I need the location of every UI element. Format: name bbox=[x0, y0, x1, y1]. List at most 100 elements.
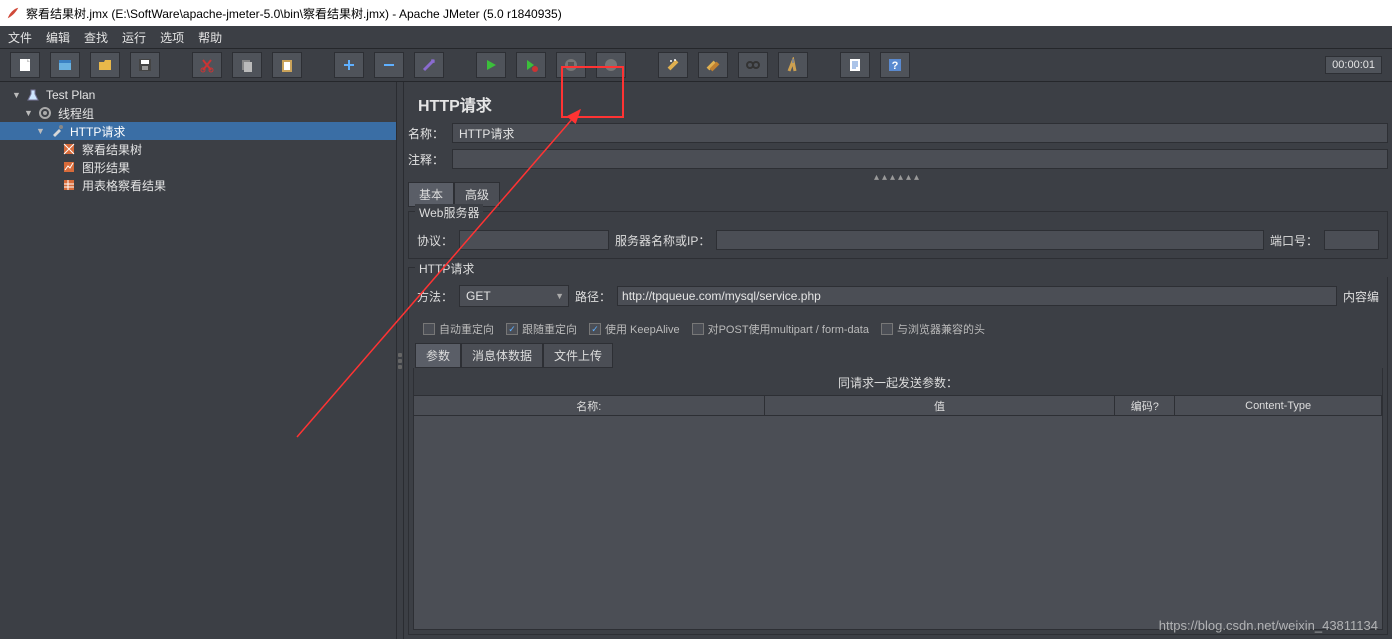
cb-auto-redirect[interactable]: 自动重定向 bbox=[423, 321, 494, 337]
path-label: 路径： bbox=[575, 288, 611, 305]
templates-button[interactable] bbox=[50, 52, 80, 78]
tree-thread-group[interactable]: ▼ 线程组 bbox=[0, 104, 396, 122]
method-label: 方法： bbox=[417, 288, 453, 305]
col-content-type[interactable]: Content-Type bbox=[1175, 396, 1382, 415]
cb-label: 使用 KeepAlive bbox=[605, 321, 680, 337]
tree-test-plan[interactable]: ▼ Test Plan bbox=[0, 86, 396, 104]
start-button[interactable] bbox=[476, 52, 506, 78]
port-input[interactable] bbox=[1324, 230, 1379, 250]
name-input[interactable] bbox=[452, 123, 1388, 143]
clear-all-button[interactable] bbox=[698, 52, 728, 78]
col-value[interactable]: 值 bbox=[765, 396, 1116, 415]
table-icon bbox=[62, 178, 78, 192]
web-server-fieldset: Web服务器 协议： 服务器名称或IP： 端口号： bbox=[408, 211, 1388, 259]
checkbox-icon bbox=[423, 323, 435, 335]
params-title: 同请求一起发送参数： bbox=[413, 368, 1383, 396]
new-button[interactable] bbox=[10, 52, 40, 78]
tree-label: 线程组 bbox=[58, 105, 94, 122]
path-input[interactable] bbox=[617, 286, 1337, 306]
toggle-button[interactable] bbox=[414, 52, 444, 78]
tree-label: Test Plan bbox=[46, 88, 95, 102]
panel-title: HTTP请求 bbox=[404, 88, 1392, 120]
tree-label: 察看结果树 bbox=[82, 141, 142, 158]
http-request-legend: HTTP请求 bbox=[415, 260, 1392, 277]
cut-button[interactable] bbox=[192, 52, 222, 78]
help-button[interactable]: ? bbox=[880, 52, 910, 78]
checkbox-icon: ✓ bbox=[589, 323, 601, 335]
tree-label: HTTP请求 bbox=[70, 123, 125, 140]
comment-label: 注释： bbox=[408, 151, 446, 168]
shutdown-button[interactable] bbox=[596, 52, 626, 78]
cb-label: 与浏览器兼容的头 bbox=[897, 321, 985, 337]
tree-table-results[interactable]: 用表格察看结果 bbox=[0, 176, 396, 194]
clear-button[interactable] bbox=[658, 52, 688, 78]
gear-icon bbox=[38, 106, 54, 120]
tree-pane: ▼ Test Plan ▼ 线程组 ▼ HTTP请求 察看结果树 图形结果 用表… bbox=[0, 82, 396, 639]
open-button[interactable] bbox=[90, 52, 120, 78]
copy-button[interactable] bbox=[232, 52, 262, 78]
menu-edit[interactable]: 编辑 bbox=[46, 29, 70, 46]
tab-body[interactable]: 消息体数据 bbox=[461, 343, 543, 368]
tab-files[interactable]: 文件上传 bbox=[543, 343, 613, 368]
cb-multipart[interactable]: 对POST使用multipart / form-data bbox=[692, 321, 869, 337]
remove-button[interactable] bbox=[374, 52, 404, 78]
cb-follow-redirect[interactable]: ✓跟随重定向 bbox=[506, 321, 577, 337]
tree-label: 用表格察看结果 bbox=[82, 177, 166, 194]
timer: 00:00:01 bbox=[1325, 56, 1382, 74]
save-button[interactable] bbox=[130, 52, 160, 78]
params-table-body[interactable] bbox=[413, 416, 1383, 630]
params-table-header: 名称: 值 编码? Content-Type bbox=[413, 396, 1383, 416]
content-label: 内容编 bbox=[1343, 288, 1379, 305]
reset-search-button[interactable] bbox=[778, 52, 808, 78]
port-label: 端口号： bbox=[1270, 232, 1318, 249]
main-pane: HTTP请求 名称： 注释： ▴▴▴▴▴▴ 基本 高级 Web服务器 协议： 服… bbox=[404, 82, 1392, 639]
tree-label: 图形结果 bbox=[82, 159, 130, 176]
menu-search[interactable]: 查找 bbox=[84, 29, 108, 46]
paste-button[interactable] bbox=[272, 52, 302, 78]
tree-graph-results[interactable]: 图形结果 bbox=[0, 158, 396, 176]
comment-input[interactable] bbox=[452, 149, 1388, 169]
splitter[interactable] bbox=[396, 82, 404, 639]
server-input[interactable] bbox=[716, 230, 1264, 250]
tree-view-results-tree[interactable]: 察看结果树 bbox=[0, 140, 396, 158]
svg-text:?: ? bbox=[892, 60, 899, 72]
tree-http-request[interactable]: ▼ HTTP请求 bbox=[0, 122, 396, 140]
web-server-legend: Web服务器 bbox=[415, 204, 483, 221]
method-select[interactable]: GET bbox=[459, 285, 569, 307]
stop-button[interactable] bbox=[556, 52, 586, 78]
start-no-timers-button[interactable] bbox=[516, 52, 546, 78]
protocol-input[interactable] bbox=[459, 230, 609, 250]
cb-keepalive[interactable]: ✓ 使用 KeepAlive bbox=[589, 321, 680, 337]
checkbox-icon bbox=[692, 323, 704, 335]
toolbar: ? 00:00:01 bbox=[0, 48, 1392, 82]
menu-options[interactable]: 选项 bbox=[160, 29, 184, 46]
workspace: ▼ Test Plan ▼ 线程组 ▼ HTTP请求 察看结果树 图形结果 用表… bbox=[0, 82, 1392, 639]
top-tabs: 基本 高级 bbox=[404, 182, 1392, 207]
http-request-fieldset: HTTP请求 方法： GET 路径： 内容编 自动重定向 ✓跟随重定向 ✓使用 … bbox=[408, 267, 1388, 635]
protocol-label: 协议： bbox=[417, 232, 453, 249]
menu-run[interactable]: 运行 bbox=[122, 29, 146, 46]
checkbox-icon bbox=[881, 323, 893, 335]
title-text: 察看结果树.jmx (E:\SoftWare\apache-jmeter-5.0… bbox=[26, 5, 562, 22]
comment-row: 注释： bbox=[404, 146, 1392, 172]
flask-icon bbox=[26, 88, 42, 102]
cb-browser-headers[interactable]: 与浏览器兼容的头 bbox=[881, 321, 985, 337]
col-encode[interactable]: 编码? bbox=[1115, 396, 1175, 415]
chevron-down-icon[interactable]: ▼ bbox=[24, 108, 34, 118]
chevron-down-icon[interactable]: ▼ bbox=[12, 90, 22, 100]
menu-help[interactable]: 帮助 bbox=[198, 29, 222, 46]
menubar: 文件 编辑 查找 运行 选项 帮助 bbox=[0, 26, 1392, 48]
checkbox-row: 自动重定向 ✓跟随重定向 ✓ 使用 KeepAlive 对POST使用multip… bbox=[409, 315, 1387, 343]
find-button[interactable] bbox=[738, 52, 768, 78]
chevron-down-icon[interactable]: ▼ bbox=[36, 126, 46, 136]
name-label: 名称： bbox=[408, 125, 446, 142]
method-value: GET bbox=[466, 289, 491, 303]
collapse-grip[interactable]: ▴▴▴▴▴▴ bbox=[404, 172, 1392, 182]
checkbox-icon: ✓ bbox=[506, 323, 518, 335]
titlebar: 察看结果树.jmx (E:\SoftWare\apache-jmeter-5.0… bbox=[0, 0, 1392, 26]
col-name[interactable]: 名称: bbox=[414, 396, 765, 415]
add-button[interactable] bbox=[334, 52, 364, 78]
menu-file[interactable]: 文件 bbox=[8, 29, 32, 46]
function-helper-button[interactable] bbox=[840, 52, 870, 78]
tab-params[interactable]: 参数 bbox=[415, 343, 461, 368]
